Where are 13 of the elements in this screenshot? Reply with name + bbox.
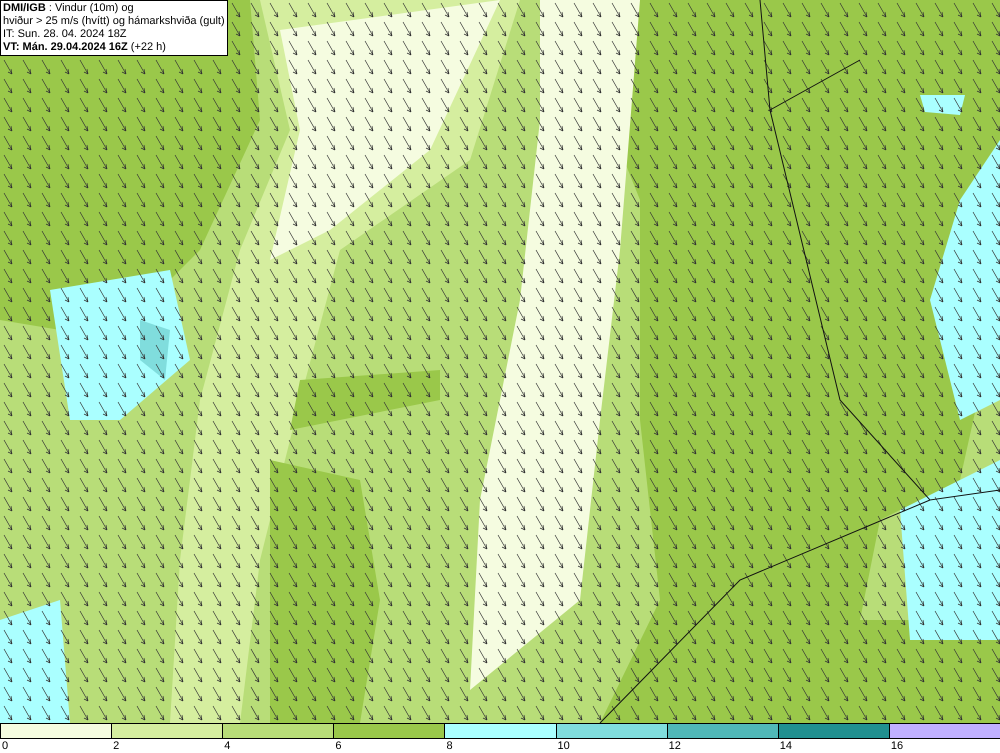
- legend-tick-label: 14: [780, 738, 792, 753]
- info-line: DMI/IGB : Vindur (10m) og: [3, 2, 135, 15]
- legend-tick-label: 2: [113, 738, 120, 753]
- legend-tick-label: 4: [224, 738, 230, 753]
- legend-tick-label: 8: [446, 738, 453, 753]
- info-line: IT: Sun. 28. 04. 2024 18Z: [3, 28, 128, 41]
- info-line: hviður > 25 m/s (hvítt) og hámarkshviða (gult): [3, 15, 225, 28]
- legend-tick-label: 10: [558, 738, 570, 753]
- legend-tick-label: 6: [335, 738, 342, 753]
- legend-tick-label: 12: [668, 738, 681, 753]
- legend-tick-label: 16: [890, 738, 904, 753]
- info-line: VT: Mán. 29.04.2024 16Z (+22 h): [3, 41, 167, 54]
- legend-tick-label: 0: [2, 738, 8, 753]
